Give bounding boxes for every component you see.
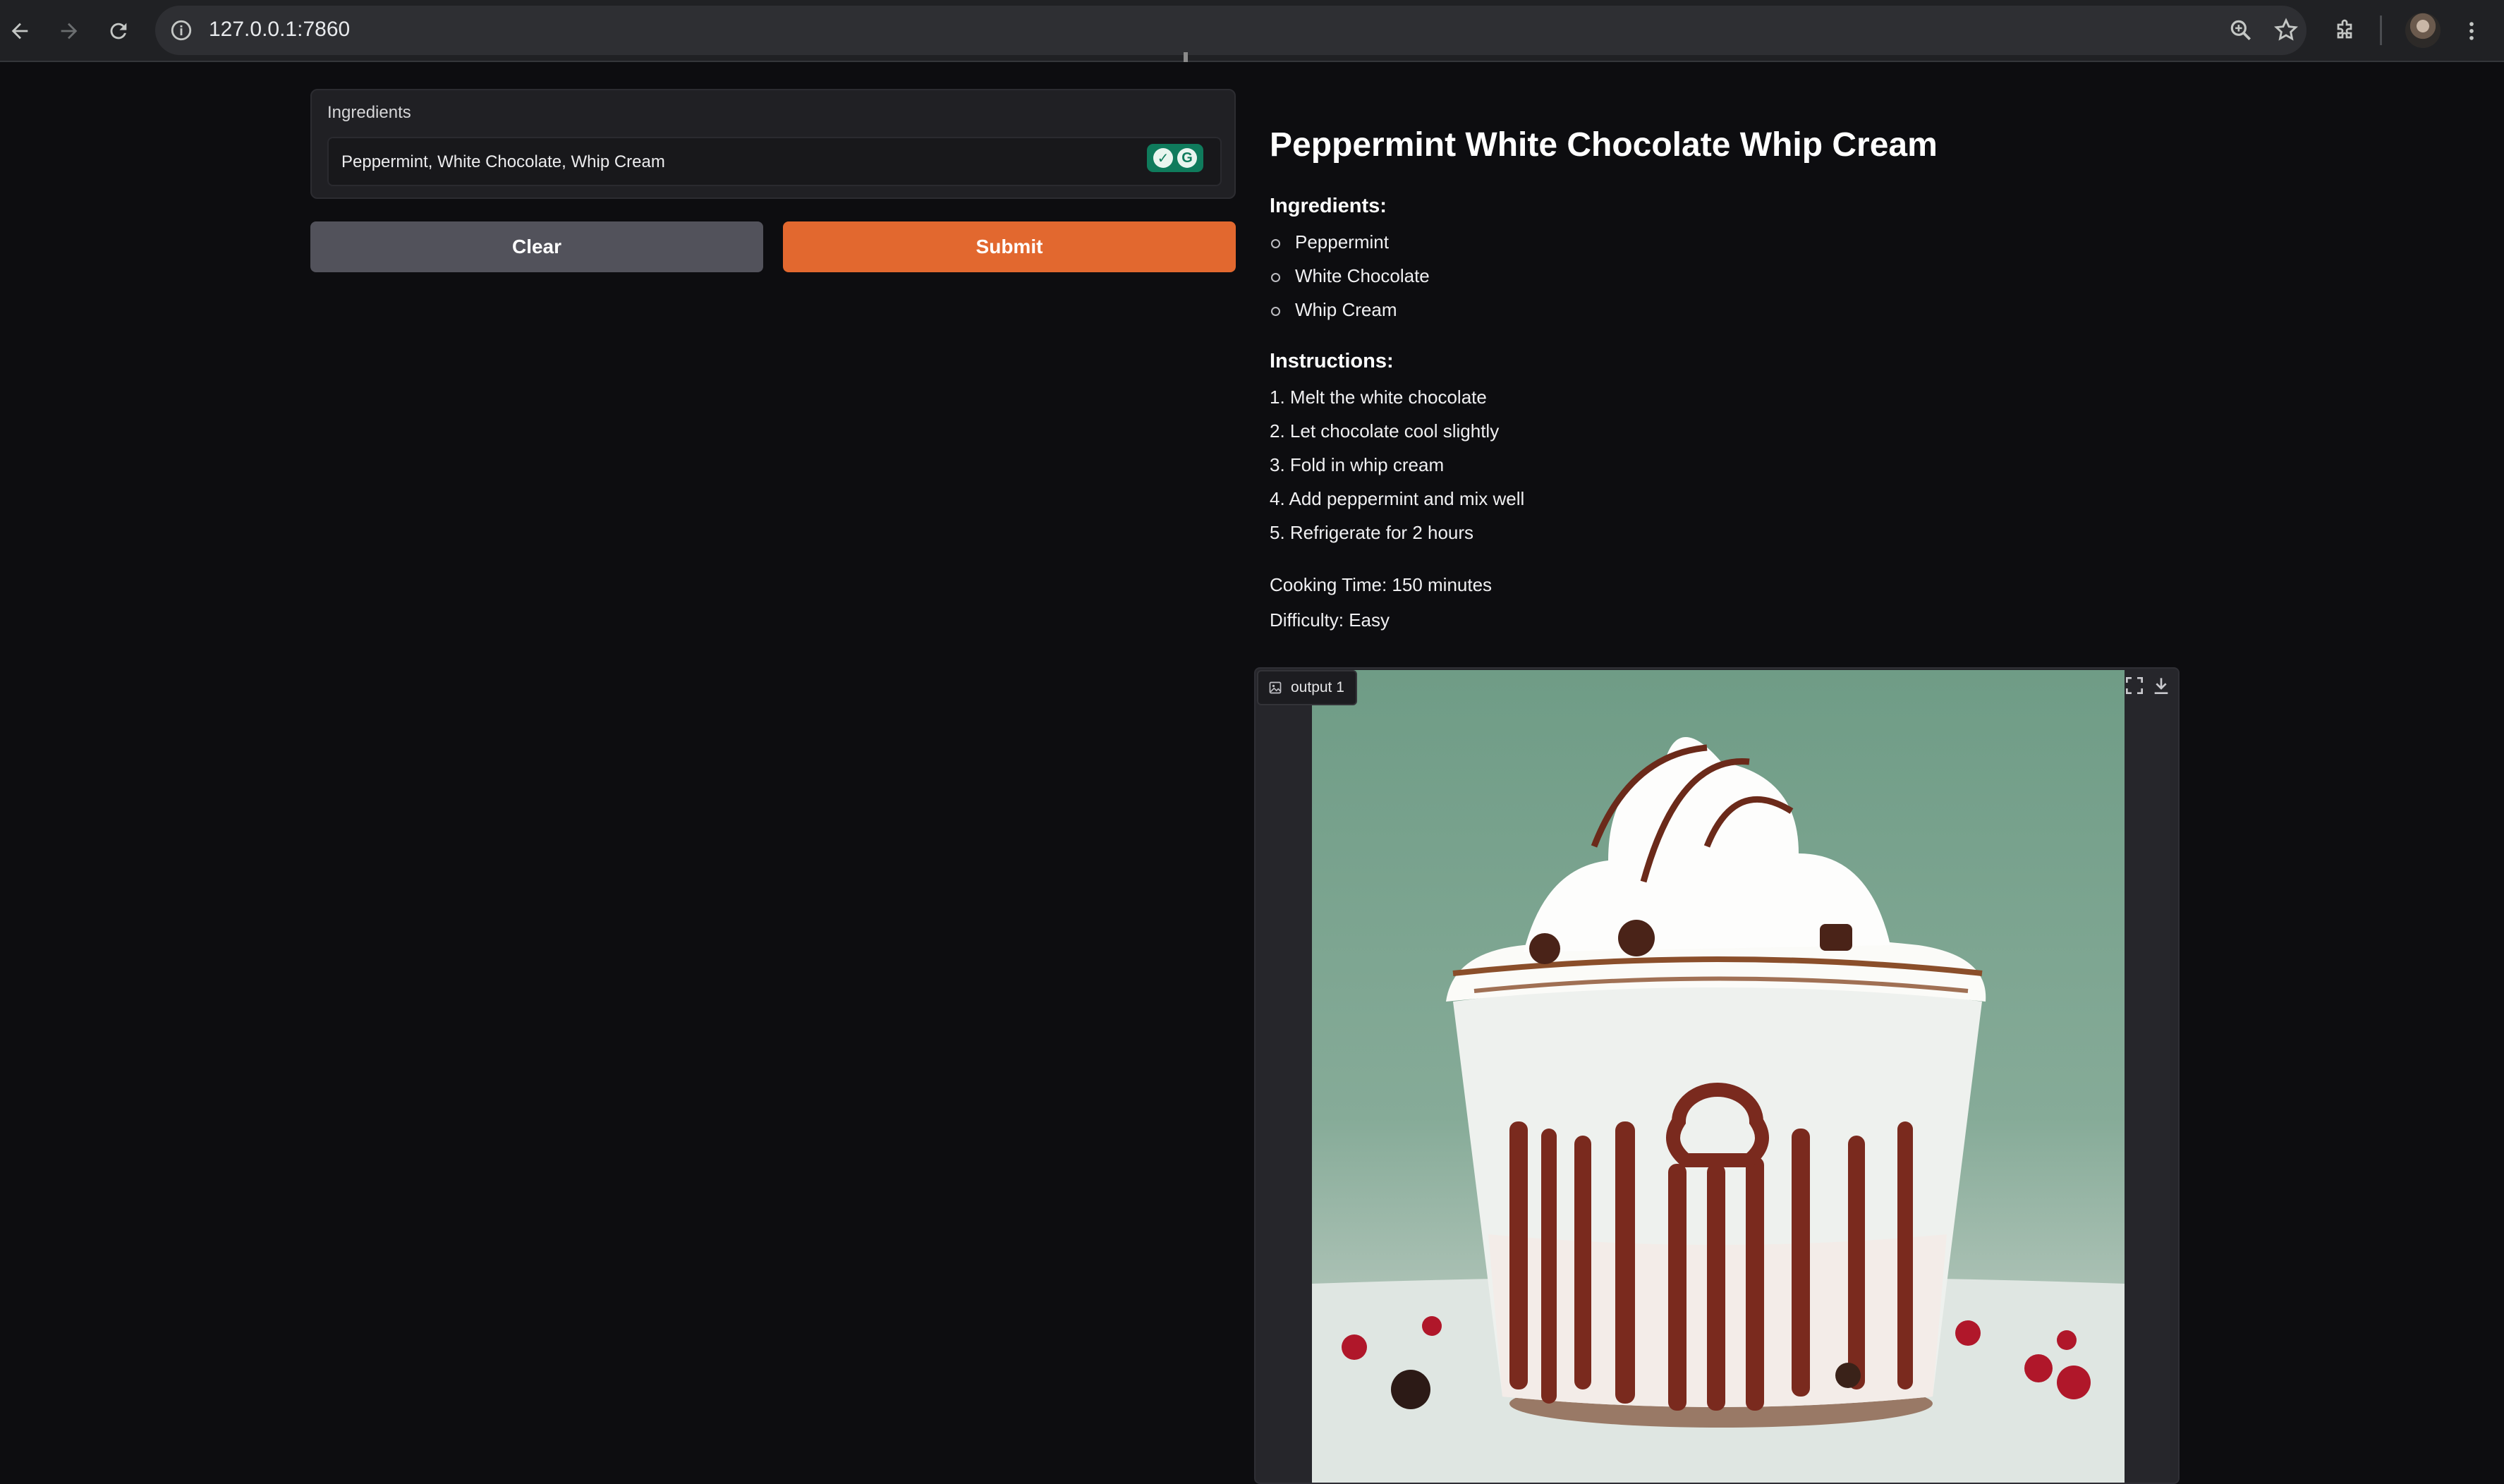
instruction-step: 4. Add peppermint and mix well: [1270, 488, 1525, 509]
menu-dots-icon[interactable]: [2453, 13, 2490, 49]
clear-button[interactable]: Clear: [310, 221, 763, 272]
output-label-text: output 1: [1291, 679, 1344, 695]
output-image-block: output 1: [1254, 667, 2180, 1484]
bookmark-star-icon[interactable]: [2273, 17, 2299, 44]
download-icon[interactable]: [2150, 674, 2172, 697]
toolbar-divider: [2380, 16, 2382, 45]
zoom-icon[interactable]: [2228, 17, 2254, 44]
forward-arrow-icon[interactable]: [51, 13, 87, 49]
url-text: 127.0.0.1:7860: [209, 18, 351, 41]
instructions-heading: Instructions:: [1270, 350, 1394, 372]
submit-button[interactable]: Submit: [783, 221, 1236, 272]
address-bar[interactable]: 127.0.0.1:7860: [155, 6, 2307, 55]
instruction-step: 1. Melt the white chocolate: [1270, 387, 1487, 408]
fullscreen-icon[interactable]: [2123, 674, 2146, 697]
ingredients-input-block: Ingredients Peppermint, White Chocolate,…: [310, 89, 1236, 199]
profile-avatar[interactable]: [2405, 13, 2441, 48]
ingredients-heading: Ingredients:: [1270, 195, 1387, 217]
ingredient-item: White Chocolate: [1271, 265, 1430, 286]
grammarly-g-icon: G: [1177, 148, 1197, 168]
ingredient-item: Whip Cream: [1270, 299, 1397, 320]
grammar-check-icon: ✓: [1153, 148, 1173, 168]
grammar-extension-icon[interactable]: ✓ G: [1147, 144, 1203, 172]
browser-toolbar: 127.0.0.1:7860: [0, 0, 2504, 62]
difficulty: Difficulty: Easy: [1270, 609, 1390, 631]
ingredients-label: Ingredients: [327, 103, 411, 122]
cooking-time: Cooking Time: 150 minutes: [1270, 574, 1493, 595]
extensions-puzzle-icon[interactable]: [2326, 13, 2363, 49]
reload-icon[interactable]: [100, 13, 137, 49]
recipe-title: Peppermint White Chocolate Whip Cream: [1270, 126, 1938, 164]
ingredient-item: Peppermint: [1271, 231, 1389, 253]
image-icon: [1269, 681, 1282, 694]
scroll-edge-marker: [1184, 52, 1188, 62]
instruction-step: 2. Let chocolate cool slightly: [1270, 420, 1500, 442]
instruction-step: 3. Fold in whip cream: [1270, 454, 1445, 475]
output-image-label: output 1: [1257, 670, 1357, 705]
site-info-icon[interactable]: [169, 18, 193, 42]
dessert-image: [1312, 670, 2125, 1483]
ingredients-value: Peppermint, White Chocolate, Whip Cream: [341, 152, 665, 171]
back-arrow-icon[interactable]: [1, 13, 38, 49]
ingredients-textbox[interactable]: Peppermint, White Chocolate, Whip Cream …: [327, 137, 1222, 186]
instruction-step: 5. Refrigerate for 2 hours: [1270, 522, 1474, 543]
